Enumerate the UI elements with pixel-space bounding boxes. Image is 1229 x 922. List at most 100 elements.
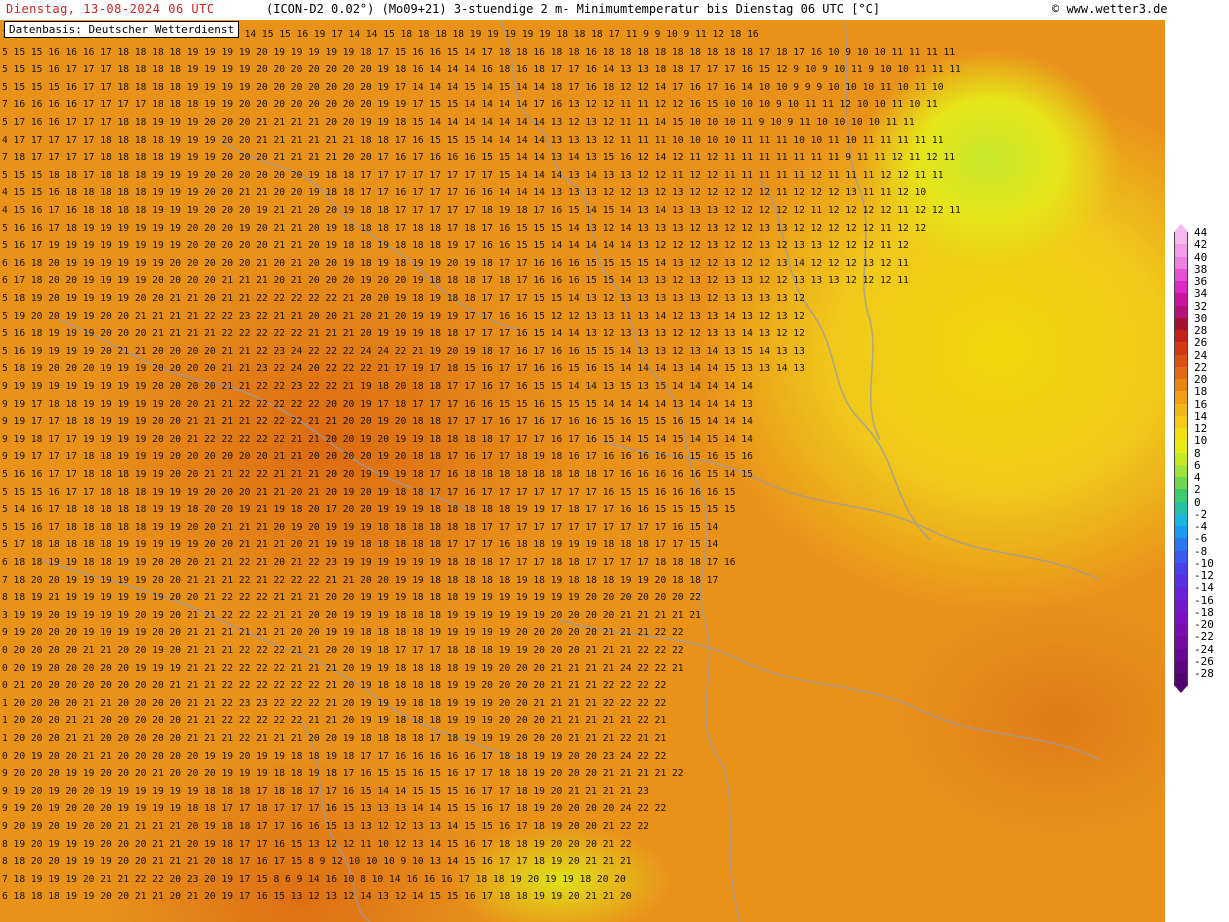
legend-swatch: [1174, 232, 1188, 245]
legend-swatch: [1174, 636, 1188, 649]
temperature-row: 7 18 19 19 19 20 21 21 22 22 20 23 20 19…: [2, 873, 626, 885]
legend-swatch: [1174, 305, 1188, 319]
state-border: [39, 559, 521, 761]
legend-value: 18: [1194, 385, 1208, 399]
legend-swatch: [1174, 428, 1188, 441]
temperature-row: 0 20 19 20 20 21 21 20 20 20 20 20 19 19…: [2, 750, 667, 762]
legend-value: -20: [1194, 618, 1214, 631]
legend-value: -10: [1194, 556, 1214, 570]
temperature-row: 8 18 20 20 19 19 19 20 20 21 21 21 20 18…: [2, 856, 632, 868]
legend-swatch: [1174, 538, 1188, 551]
legend-max-arrow: [1174, 224, 1188, 232]
temperature-row: 9 19 17 18 18 19 19 19 19 19 20 20 21 21…: [2, 398, 753, 410]
temperature-row: 5 15 15 18 18 17 18 18 18 19 19 19 20 20…: [2, 169, 944, 181]
temperature-row: 5 15 16 17 18 18 18 18 18 19 19 20 20 21…: [2, 521, 719, 533]
temperature-row: 5 16 19 19 19 19 20 21 21 20 20 20 20 21…: [2, 345, 805, 357]
temperature-row: 4 17 17 17 17 17 18 18 18 18 19 19 19 20…: [2, 134, 944, 146]
legend-value: 14: [1194, 409, 1208, 423]
temperature-row: 0 20 20 20 20 21 21 20 20 19 20 21 21 21…: [2, 645, 684, 656]
legend-value: -4: [1194, 520, 1208, 533]
temperature-row: 5 15 15 16 17 17 18 18 18 19 19 19 20 20…: [2, 486, 736, 498]
legend-swatch: [1174, 648, 1188, 662]
temperature-row: 7 18 17 17 17 17 18 18 18 18 19 19 19 20…: [2, 152, 956, 164]
copyright-link[interactable]: © www.wetter3.de: [1052, 2, 1168, 16]
temperature-map[interactable]: 19 19 19 19 19 19 19 19 20 19 19 19 17 1…: [0, 20, 1165, 922]
legend-value: 22: [1194, 360, 1208, 374]
temperature-row: 7 16 16 16 16 17 17 17 17 18 18 18 19 19…: [2, 99, 938, 111]
legend-swatch: [1174, 403, 1188, 417]
legend-swatch: [1174, 440, 1188, 453]
legend-value: -12: [1194, 569, 1214, 582]
legend-value: 30: [1194, 311, 1208, 325]
temperature-row: 5 15 15 16 17 17 17 18 18 18 18 19 19 19…: [2, 64, 961, 76]
legend-color-bar: [1174, 224, 1188, 694]
temperature-row: 5 15 15 16 16 16 17 18 18 18 18 19 19 19…: [2, 46, 956, 58]
temperature-row: 5 15 15 15 16 17 17 18 18 18 18 19 19 19…: [2, 81, 944, 93]
legend-value: -24: [1194, 642, 1214, 656]
legend-swatch: [1174, 489, 1188, 502]
temperature-row: 6 18 18 19 19 18 18 19 19 20 20 20 21 21…: [2, 557, 736, 568]
legend-swatch: [1174, 354, 1188, 368]
legend-value: -14: [1194, 581, 1214, 595]
temperature-row: 9 19 17 17 18 18 19 19 19 20 20 21 21 21…: [2, 416, 753, 428]
temperature-row: 5 16 16 17 18 19 19 19 19 19 19 20 20 20…: [2, 222, 927, 234]
legend-swatch: [1174, 452, 1188, 466]
legend-swatch: [1174, 575, 1188, 588]
legend-swatch: [1174, 611, 1188, 625]
temperature-row: 7 18 20 20 19 19 19 19 19 20 20 21 21 21…: [2, 574, 719, 586]
legend-swatch: [1174, 501, 1188, 515]
legend-value: 8: [1194, 446, 1201, 460]
legend-swatch: [1174, 673, 1188, 686]
legend-value: 32: [1194, 299, 1208, 313]
legend-value: 10: [1194, 434, 1208, 448]
legend-value: -28: [1194, 667, 1214, 680]
temperature-row: 9 19 20 20 20 19 19 19 19 20 20 21 21 21…: [2, 627, 684, 639]
temperature-row: 9 19 20 19 20 20 19 19 19 19 19 19 18 18…: [2, 785, 649, 797]
temperature-row: 9 19 20 19 20 20 20 19 19 19 19 18 18 17…: [2, 803, 667, 815]
temperature-row: 5 18 19 20 19 19 19 19 20 20 21 21 20 21…: [2, 293, 805, 304]
temperature-row: 9 19 19 19 19 19 19 19 19 20 20 20 20 21…: [2, 381, 753, 392]
legend-value: 26: [1194, 336, 1208, 350]
legend-swatch: [1174, 415, 1188, 429]
temperature-row: 5 18 19 20 20 20 19 19 19 20 20 20 20 21…: [2, 363, 805, 375]
legend-min-arrow: [1174, 685, 1188, 694]
legend-value: 4: [1194, 471, 1201, 484]
legend-swatch: [1174, 550, 1188, 564]
legend-swatch: [1174, 281, 1188, 294]
temperature-row: 9 20 20 20 19 19 20 20 20 21 20 20 20 19…: [2, 768, 684, 780]
legend-value: -2: [1194, 507, 1208, 521]
legend-value: 2: [1194, 483, 1201, 497]
legend-swatch: [1174, 526, 1188, 539]
legend-value: -18: [1194, 605, 1214, 619]
temperature-row: 4 15 16 17 16 18 18 18 18 19 19 19 20 20…: [2, 205, 961, 216]
temperature-row: 9 20 19 20 19 20 20 21 21 21 21 20 19 18…: [2, 821, 649, 832]
legend-value: 0: [1194, 495, 1201, 509]
legend-value: 34: [1194, 287, 1208, 301]
legend-value: 44: [1194, 226, 1208, 239]
color-legend: 44 42 40 38 36 34 32 30 28 26 24 22 20 18 16 14 12 10 8 6 4 2…: [1172, 224, 1229, 694]
temperature-row: 5 17 16 16 17 17 17 18 18 19 19 19 20 20…: [2, 117, 915, 128]
legend-value: 28: [1194, 324, 1208, 337]
temperature-row: 6 18 18 18 19 19 20 20 21 21 20 21 20 19…: [2, 891, 632, 903]
temperature-row: 8 18 19 21 19 19 19 19 19 19 20 20 21 22…: [2, 592, 701, 604]
temperature-row: 5 16 17 19 19 19 19 19 19 19 19 20 20 20…: [2, 240, 909, 252]
legend-value: 6: [1194, 458, 1201, 472]
legend-swatch: [1174, 660, 1188, 674]
temperature-row: 1 20 20 20 20 21 21 20 20 20 20 21 21 22…: [2, 697, 667, 709]
legend-value: 38: [1194, 262, 1208, 276]
legend-value: 42: [1194, 238, 1208, 252]
temperature-row: 9 19 17 17 17 18 18 19 19 19 20 20 20 20…: [2, 451, 753, 463]
legend-swatch: [1174, 366, 1188, 380]
legend-swatch: [1174, 513, 1188, 527]
legend-swatch: [1174, 256, 1188, 270]
temperature-row: 9 19 18 17 17 19 19 19 19 20 20 21 22 22…: [2, 433, 753, 445]
temperature-row: 8 19 20 19 19 19 20 20 20 21 21 20 19 18…: [2, 838, 632, 850]
legend-swatch: [1174, 477, 1188, 490]
legend-swatch: [1174, 587, 1188, 600]
temperature-row: 5 19 20 20 19 19 20 20 21 21 21 21 22 22…: [2, 310, 805, 322]
legend-swatch: [1174, 624, 1188, 637]
legend-value: -26: [1194, 654, 1214, 668]
temperature-row: 0 20 19 20 20 20 20 20 19 19 19 21 21 22…: [2, 662, 684, 674]
legend-swatch: [1174, 464, 1188, 478]
legend-value: -16: [1194, 593, 1214, 607]
